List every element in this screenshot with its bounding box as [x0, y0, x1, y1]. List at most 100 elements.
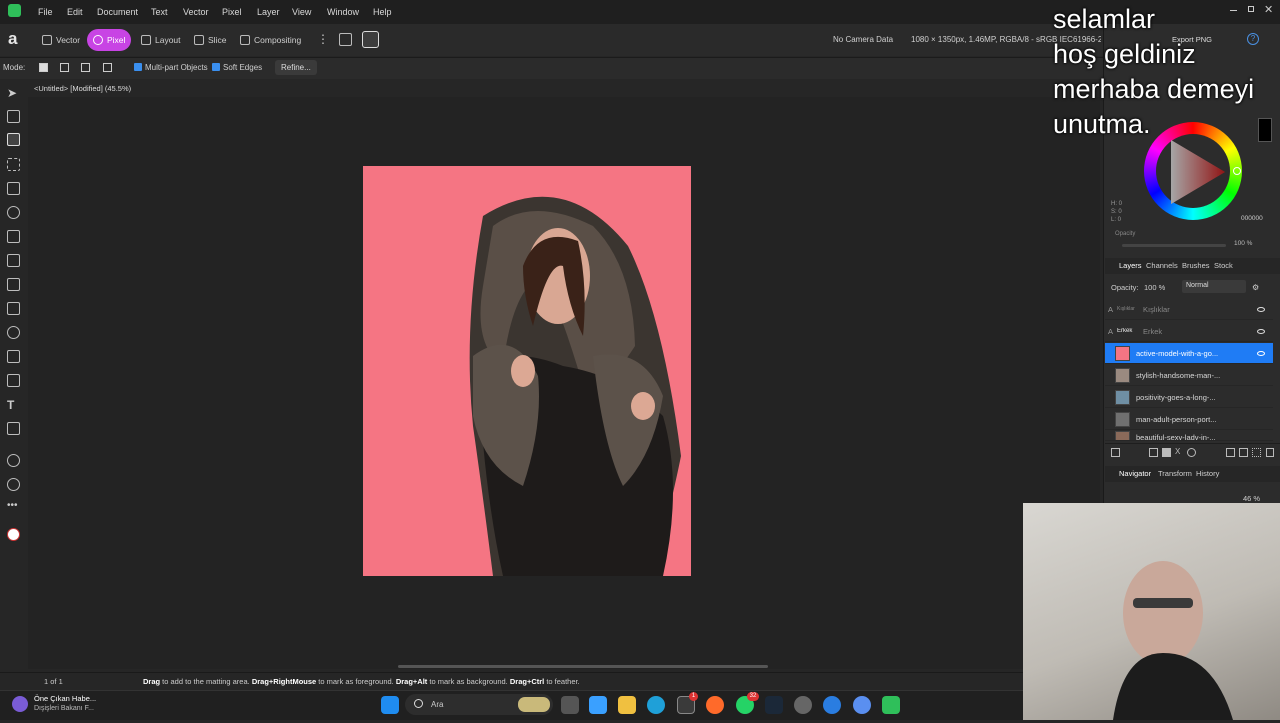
persona-vector[interactable]: Vector: [36, 29, 86, 51]
live-filter-icon[interactable]: [1187, 448, 1196, 457]
layer-settings-icon[interactable]: ⚙: [1252, 283, 1259, 292]
navigator-zoom-value[interactable]: 46 %: [1243, 494, 1260, 503]
menu-window[interactable]: Window: [327, 7, 359, 17]
add-layer-icon[interactable]: [1226, 448, 1235, 457]
persona-pixel[interactable]: Pixel: [87, 29, 132, 51]
grid-layers-icon[interactable]: [1252, 448, 1261, 457]
refine-button[interactable]: Refine...: [275, 60, 317, 75]
adjustment-icon[interactable]: [1162, 448, 1171, 457]
steam-icon[interactable]: [765, 696, 783, 714]
hue-handle[interactable]: [1233, 167, 1241, 175]
tab-channels[interactable]: Channels: [1146, 261, 1178, 270]
layer-row-positivity[interactable]: positivity-goes-a-long-...: [1105, 387, 1273, 408]
menu-pixel[interactable]: Pixel: [222, 7, 242, 17]
mode-intersect-icon[interactable]: [103, 63, 112, 72]
healing-tool-icon[interactable]: [7, 278, 20, 291]
file-explorer-icon[interactable]: [618, 696, 636, 714]
eye-icon[interactable]: [1257, 328, 1265, 334]
document-canvas[interactable]: [363, 166, 691, 576]
document-tab[interactable]: <Untitled> [Modified] (45.5%): [34, 84, 131, 93]
tab-transform[interactable]: Transform: [1158, 469, 1192, 478]
clone-tool-icon[interactable]: [7, 302, 20, 315]
layer-row-kisliklar[interactable]: A Kışlıklar Kışlıklar: [1105, 299, 1273, 320]
menu-document[interactable]: Document: [97, 7, 138, 17]
pencil-tool-icon[interactable]: [7, 230, 20, 243]
mode-label: Mode:: [3, 63, 26, 72]
mode-new-icon[interactable]: [39, 63, 48, 72]
menu-vector[interactable]: Vector: [183, 7, 209, 17]
news-icon[interactable]: [12, 696, 28, 712]
multipart-checkbox[interactable]: [134, 63, 142, 71]
eraser-tool-icon[interactable]: [7, 254, 20, 267]
tab-brushes[interactable]: Brushes: [1182, 261, 1210, 270]
edge-browser-icon[interactable]: [647, 696, 665, 714]
layer-row-active-model[interactable]: active-model-with-a-go...: [1105, 343, 1273, 364]
persona-slice[interactable]: Slice: [188, 29, 232, 51]
move-tool-icon[interactable]: ➤: [7, 86, 20, 100]
color-swatch-icon[interactable]: [7, 528, 20, 541]
fx-icon[interactable]: X: [1175, 447, 1180, 456]
menu-edit[interactable]: Edit: [67, 7, 83, 17]
layer-row-man-adult[interactable]: man-adult-person-port...: [1105, 409, 1273, 430]
task-view-icon[interactable]: [561, 696, 579, 714]
hsl-s-label: S: 0: [1111, 209, 1122, 215]
grid-icon[interactable]: [362, 31, 379, 48]
app-1-icon[interactable]: [589, 696, 607, 714]
flood-select-icon[interactable]: [7, 182, 20, 195]
tab-history[interactable]: History: [1196, 469, 1219, 478]
dodge-tool-icon[interactable]: [7, 326, 20, 339]
layer-row-erkek[interactable]: A Erkek Erkek: [1105, 321, 1273, 342]
color-triangle[interactable]: [1163, 140, 1225, 204]
hand-tool-icon[interactable]: [7, 454, 20, 467]
group-icon[interactable]: [1239, 448, 1248, 457]
tab-stock[interactable]: Stock: [1214, 261, 1233, 270]
settings-icon[interactable]: [794, 696, 812, 714]
persona-layout[interactable]: Layout: [135, 29, 187, 51]
tab-layers[interactable]: Layers: [1119, 261, 1142, 270]
more-tools-icon[interactable]: •••: [7, 500, 20, 513]
menu-view[interactable]: View: [292, 7, 311, 17]
paint-brush-icon[interactable]: [7, 206, 20, 219]
affinity-taskbar-icon[interactable]: [882, 696, 900, 714]
snapping-icon[interactable]: [339, 33, 352, 46]
horizontal-scrollbar[interactable]: [398, 665, 768, 668]
hsl-l-label: L: 0: [1111, 217, 1122, 223]
eyedropper-tool-icon[interactable]: [7, 422, 20, 435]
text-tool-icon[interactable]: T: [7, 398, 20, 412]
pen-tool-icon[interactable]: [7, 350, 20, 363]
menu-text[interactable]: Text: [151, 7, 168, 17]
delete-layer-icon[interactable]: [1266, 448, 1274, 457]
hex-value[interactable]: 000000: [1241, 215, 1263, 222]
rectangle-tool-icon[interactable]: [7, 374, 20, 387]
layer-row-beautiful-lady[interactable]: beautiful-sexy-lady-in-...: [1105, 431, 1273, 441]
color-opacity-slider[interactable]: [1122, 244, 1226, 247]
news-title[interactable]: Öne Çıkan Habe...: [34, 694, 96, 703]
tab-navigator[interactable]: Navigator: [1119, 469, 1151, 478]
app-logo-icon[interactable]: [8, 4, 21, 17]
persona-compositing[interactable]: Compositing: [234, 29, 307, 51]
windows-start-icon[interactable]: [381, 696, 399, 714]
layer-opacity-value[interactable]: 100 %: [1144, 283, 1165, 292]
layout-persona-icon: [141, 35, 151, 45]
marquee-tool-icon[interactable]: [7, 158, 20, 171]
crop-tool-icon[interactable]: [7, 110, 20, 123]
hint-ctrl-text: to feather.: [544, 677, 580, 686]
eye-icon[interactable]: [1257, 350, 1265, 356]
more-icon[interactable]: ⋮: [317, 32, 329, 46]
mode-subtract-icon[interactable]: [81, 63, 90, 72]
zoom-tool-icon[interactable]: [7, 478, 20, 491]
blend-mode-select[interactable]: Normal: [1182, 280, 1246, 293]
mode-add-icon[interactable]: [60, 63, 69, 72]
eye-icon[interactable]: [1257, 306, 1265, 312]
menu-layer[interactable]: Layer: [257, 7, 280, 17]
edit-icon[interactable]: [1111, 448, 1120, 457]
matting-tool-icon[interactable]: [7, 133, 20, 146]
menu-file[interactable]: File: [38, 7, 53, 17]
mask-icon[interactable]: [1149, 448, 1158, 457]
soft-edges-checkbox[interactable]: [212, 63, 220, 71]
menu-help[interactable]: Help: [373, 7, 392, 17]
app-3-icon[interactable]: [853, 696, 871, 714]
layer-row-stylish-man[interactable]: stylish-handsome-man-...: [1105, 365, 1273, 386]
firefox-icon[interactable]: [706, 696, 724, 714]
app-2-icon[interactable]: [823, 696, 841, 714]
